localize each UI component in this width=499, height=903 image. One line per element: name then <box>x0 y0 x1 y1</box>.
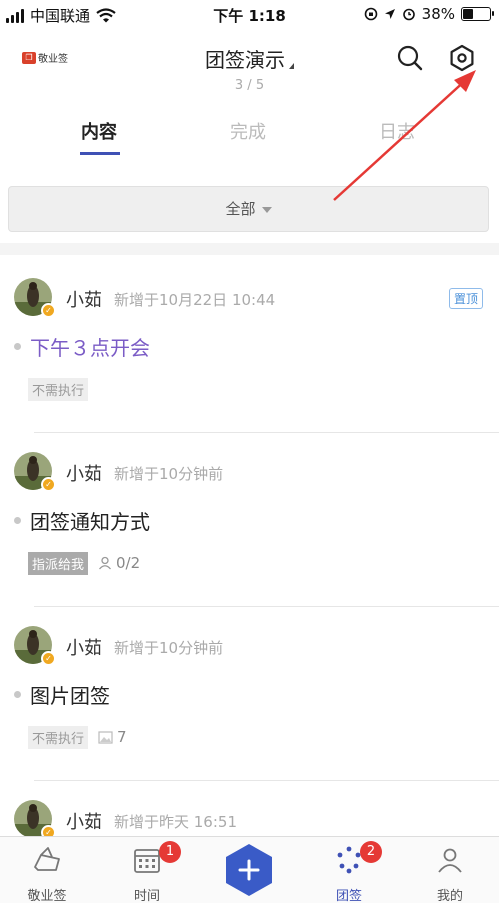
status-bar: 中国联通 下午 1:18 38% <box>0 0 499 30</box>
nav-team[interactable]: 团签 2 <box>309 841 389 903</box>
page-indicator: 3 / 5 <box>234 78 265 93</box>
assignee-count: 0/2 <box>98 554 140 572</box>
calendar-icon <box>134 849 160 873</box>
created-time: 新增于10分钟前 <box>114 465 224 483</box>
location-icon <box>384 9 395 19</box>
search-icon[interactable] <box>396 44 424 72</box>
bullet-icon <box>14 343 21 350</box>
verified-icon: ✓ <box>41 477 56 492</box>
bullet-icon <box>14 517 21 524</box>
home-icon <box>34 847 60 871</box>
author-name: 小茹 <box>66 812 102 833</box>
assignee-count-text: 0/2 <box>116 554 141 572</box>
created-time: 新增于10分钟前 <box>114 639 224 657</box>
profile-icon <box>438 848 462 873</box>
nav-label: 团签 <box>335 889 362 903</box>
status-right: 38% <box>364 5 494 23</box>
author-name: 小茹 <box>66 464 102 485</box>
pinned-badge: 置顶 <box>448 288 483 309</box>
divider <box>34 606 499 607</box>
avatar: ✓ <box>14 800 56 840</box>
add-button[interactable] <box>222 843 276 897</box>
battery-icon <box>461 7 494 21</box>
note-title: 图片团签 <box>30 684 110 708</box>
section-separator <box>0 243 499 255</box>
nav-label: 时间 <box>133 889 160 903</box>
page-title: 团签演示 <box>205 48 285 72</box>
avatar: ✓ <box>14 278 56 318</box>
verified-icon: ✓ <box>41 303 56 318</box>
avatar: ✓ <box>14 452 56 492</box>
filter-label: 全部 <box>225 200 256 218</box>
image-icon <box>98 730 113 744</box>
team-title-dropdown[interactable]: 团签演示 <box>0 44 499 73</box>
caret-down-icon <box>289 63 294 69</box>
status-tag: 不需执行 <box>28 726 89 749</box>
active-tab-indicator <box>80 152 120 155</box>
note-title: 下午３点开会 <box>30 336 150 360</box>
divider <box>34 780 499 781</box>
author-name: 小茹 <box>66 638 102 659</box>
notification-badge: 2 <box>360 841 382 863</box>
bottom-nav: 敬业签 时间 1 团签 2 我的 <box>0 836 499 903</box>
avatar: ✓ <box>14 626 56 666</box>
image-count: 7 <box>98 728 127 746</box>
tab-log[interactable]: 日志 <box>379 118 415 144</box>
nav-label: 我的 <box>436 889 463 903</box>
bullet-icon <box>14 691 21 698</box>
tab-done[interactable]: 完成 <box>230 118 266 144</box>
tab-bar: 内容 完成 日志 <box>0 112 499 160</box>
status-tag: 不需执行 <box>28 378 89 401</box>
settings-icon[interactable] <box>448 44 476 72</box>
nav-time[interactable]: 时间 1 <box>107 841 187 903</box>
verified-icon: ✓ <box>41 651 56 666</box>
author-name: 小茹 <box>66 290 102 311</box>
nav-home[interactable]: 敬业签 <box>7 845 87 903</box>
caret-down-icon <box>261 206 272 213</box>
tab-content[interactable]: 内容 <box>81 118 117 144</box>
image-count-text: 7 <box>117 728 127 746</box>
created-time: 新增于昨天 16:51 <box>114 813 237 831</box>
rotation-lock-icon <box>364 7 377 21</box>
nav-profile[interactable]: 我的 <box>410 845 490 903</box>
nav-label: 敬业签 <box>27 889 67 903</box>
person-icon <box>99 556 111 570</box>
note-title: 团签通知方式 <box>30 510 150 534</box>
divider <box>34 432 499 433</box>
battery-percent: 38% <box>421 5 455 23</box>
filter-dropdown[interactable]: 全部 <box>8 186 489 232</box>
status-tag: 指派给我 <box>28 552 89 575</box>
header: ❐ 敬业签 团签演示 3 / 5 <box>0 36 499 96</box>
alarm-icon <box>402 8 415 21</box>
created-time: 新增于10月22日 10:44 <box>114 291 276 309</box>
notification-badge: 1 <box>159 841 181 863</box>
